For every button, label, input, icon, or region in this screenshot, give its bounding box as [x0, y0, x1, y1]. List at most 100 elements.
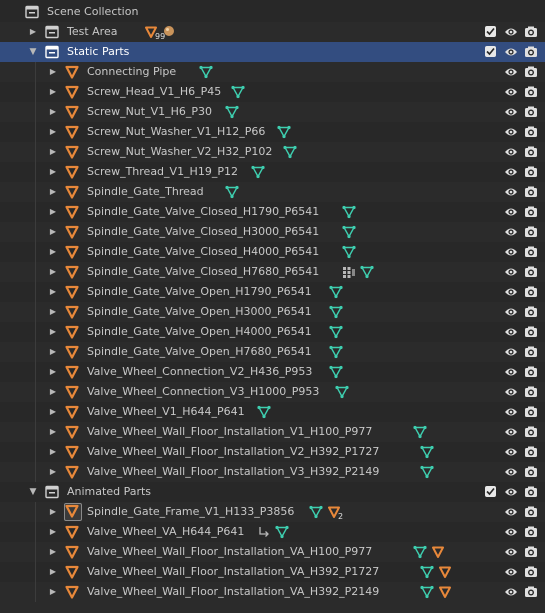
render-camera-icon[interactable]: [524, 105, 538, 119]
expand-arrow-icon[interactable]: ▶: [47, 322, 59, 342]
expand-arrow-icon[interactable]: ▶: [47, 522, 59, 542]
mesh-data-icon[interactable]: [342, 225, 356, 239]
object-icon[interactable]: [65, 365, 79, 379]
visibility-eye-icon[interactable]: [504, 226, 518, 238]
render-camera-icon[interactable]: [524, 425, 538, 439]
render-camera-icon[interactable]: [524, 285, 538, 299]
object-icon[interactable]: [65, 545, 79, 559]
mesh-data-icon[interactable]: [231, 85, 245, 99]
visibility-eye-icon[interactable]: [504, 246, 518, 258]
render-camera-icon[interactable]: [524, 125, 538, 139]
mesh-data-icon[interactable]: [225, 185, 239, 199]
visibility-eye-icon[interactable]: [504, 546, 518, 558]
visibility-eye-icon[interactable]: [504, 206, 518, 218]
object-row[interactable]: ▶ Valve_Wheel_Connection_V3_H1000_P953: [0, 382, 545, 402]
object-icon[interactable]: [65, 125, 79, 139]
expand-arrow-icon[interactable]: ▶: [47, 262, 59, 282]
render-camera-icon[interactable]: [524, 165, 538, 179]
object-row[interactable]: ▶ Screw_Nut_Washer_V1_H12_P66: [0, 122, 545, 142]
render-camera-icon[interactable]: [524, 245, 538, 259]
object-row[interactable]: ▶ Valve_Wheel_Wall_Floor_Installation_VA_…: [0, 542, 545, 562]
expand-arrow-icon[interactable]: ▶: [47, 342, 59, 362]
object-row[interactable]: ▶ Screw_Head_V1_H6_P45: [0, 82, 545, 102]
object-row[interactable]: ▶ Spindle_Gate_Valve_Open_H4000_P6541: [0, 322, 545, 342]
visibility-eye-icon[interactable]: [504, 186, 518, 198]
expand-arrow-icon[interactable]: ▶: [47, 502, 59, 522]
object-icon[interactable]: [65, 185, 79, 199]
expand-arrow-icon[interactable]: ▶: [47, 102, 59, 122]
render-camera-icon[interactable]: [524, 405, 538, 419]
mesh-data-icon[interactable]: [329, 305, 343, 319]
visibility-eye-icon[interactable]: [504, 126, 518, 138]
render-camera-icon[interactable]: [524, 445, 538, 459]
visibility-eye-icon[interactable]: [504, 446, 518, 458]
mesh-data-icon[interactable]: [283, 145, 297, 159]
object-icon[interactable]: [65, 85, 79, 99]
mesh-data-icon[interactable]: [360, 265, 374, 279]
render-camera-icon[interactable]: [524, 325, 538, 339]
visibility-eye-icon[interactable]: [504, 566, 518, 578]
expand-arrow-icon[interactable]: ▶: [47, 222, 59, 242]
render-camera-icon[interactable]: [524, 65, 538, 79]
mesh-data-icon[interactable]: [329, 325, 343, 339]
visibility-eye-icon[interactable]: [504, 266, 518, 278]
object-icon[interactable]: [65, 445, 79, 459]
object-icon[interactable]: [65, 285, 79, 299]
mesh-data-icon[interactable]: [329, 365, 343, 379]
object-icon[interactable]: [65, 585, 79, 599]
mesh-data-icon[interactable]: [420, 565, 434, 579]
expand-arrow-icon[interactable]: ▶: [47, 582, 59, 602]
object-row[interactable]: ▶ Spindle_Gate_Thread: [0, 182, 545, 202]
visibility-eye-icon[interactable]: [504, 366, 518, 378]
visibility-eye-icon[interactable]: [504, 166, 518, 178]
render-camera-icon[interactable]: [524, 345, 538, 359]
mesh-data-icon[interactable]: [329, 345, 343, 359]
mesh-data-icon[interactable]: [342, 245, 356, 259]
mesh-data-icon[interactable]: [420, 445, 434, 459]
object-icon[interactable]: [64, 503, 82, 521]
expand-arrow-icon[interactable]: ▶: [47, 162, 59, 182]
visibility-eye-icon[interactable]: [504, 466, 518, 478]
object-icon[interactable]: [65, 345, 79, 359]
collection-row[interactable]: ▼ Animated Parts: [0, 482, 545, 502]
visibility-eye-icon[interactable]: [504, 386, 518, 398]
object-icon[interactable]: [65, 225, 79, 239]
visibility-eye-icon[interactable]: [504, 486, 518, 498]
object-row[interactable]: ▶ Screw_Nut_Washer_V2_H32_P102: [0, 142, 545, 162]
object-row[interactable]: ▶ Valve_Wheel_Wall_Floor_Installation_V3_…: [0, 462, 545, 482]
expand-arrow-icon[interactable]: ▶: [47, 302, 59, 322]
render-camera-icon[interactable]: [524, 85, 538, 99]
object-row[interactable]: ▶ Spindle_Gate_Valve_Closed_H3000_P6541: [0, 222, 545, 242]
render-camera-icon[interactable]: [524, 145, 538, 159]
render-camera-icon[interactable]: [524, 185, 538, 199]
object-row[interactable]: ▶ Spindle_Gate_Valve_Closed_H1790_P6541: [0, 202, 545, 222]
render-camera-icon[interactable]: [524, 545, 538, 559]
render-camera-icon[interactable]: [524, 525, 538, 539]
modifier-icon[interactable]: [342, 265, 356, 279]
expand-arrow-icon[interactable]: ▶: [47, 142, 59, 162]
material-ball-icon[interactable]: [163, 25, 177, 39]
object-row[interactable]: ▶ Spindle_Gate_Valve_Open_H1790_P6541: [0, 282, 545, 302]
visibility-eye-icon[interactable]: [504, 326, 518, 338]
expand-arrow-icon[interactable]: ▶: [47, 82, 59, 102]
object-icon[interactable]: [65, 105, 79, 119]
object-row[interactable]: ▶ Spindle_Gate_Frame_V1_H133_P3856 2: [0, 502, 545, 522]
render-camera-icon[interactable]: [524, 585, 538, 599]
mesh-data-icon[interactable]: [199, 65, 213, 79]
object-icon[interactable]: [65, 405, 79, 419]
render-camera-icon[interactable]: [524, 465, 538, 479]
object-row[interactable]: ▶ Spindle_Gate_Valve_Open_H7680_P6541: [0, 342, 545, 362]
visibility-eye-icon[interactable]: [504, 426, 518, 438]
expand-arrow-icon[interactable]: ▶: [47, 122, 59, 142]
mesh-data-icon[interactable]: [342, 205, 356, 219]
scene-collection-row[interactable]: Scene Collection: [0, 2, 545, 22]
object-row[interactable]: ▶ Valve_Wheel_V1_H644_P641: [0, 402, 545, 422]
expand-arrow-icon[interactable]: ▶: [47, 282, 59, 302]
exclude-checkbox[interactable]: [485, 486, 496, 497]
expand-arrow-icon[interactable]: ▶: [47, 362, 59, 382]
visibility-eye-icon[interactable]: [504, 66, 518, 78]
expand-arrow-icon[interactable]: ▶: [47, 562, 59, 582]
render-camera-icon[interactable]: [524, 265, 538, 279]
render-camera-icon[interactable]: [524, 565, 538, 579]
render-camera-icon[interactable]: [524, 225, 538, 239]
